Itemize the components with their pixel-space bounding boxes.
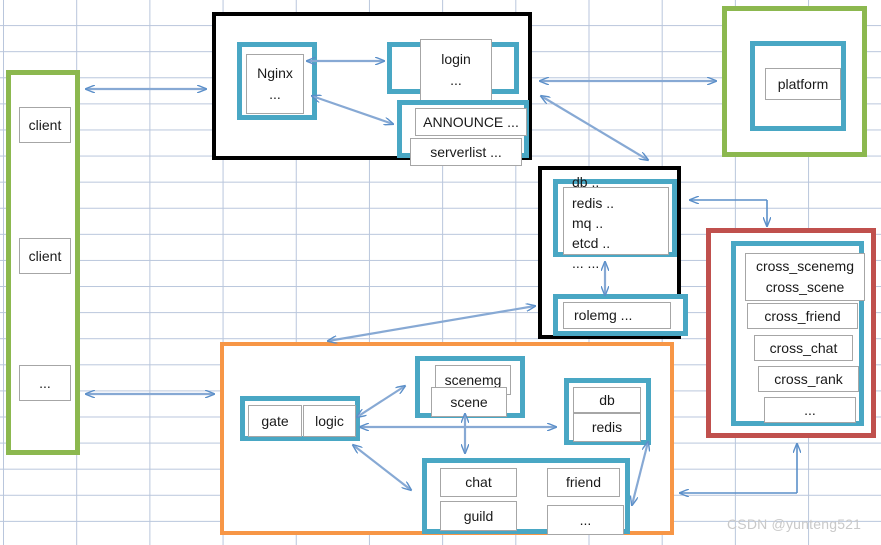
platform-inner-container[interactable]: platform xyxy=(750,41,846,131)
login-box[interactable]: login ... xyxy=(420,39,492,101)
rolemg-label: rolemg ... xyxy=(574,307,633,324)
nginx-ellipsis: ... xyxy=(269,86,281,102)
announce-container[interactable]: ANNOUNCE ... serverlist ... xyxy=(397,100,529,166)
game-server-group[interactable]: gate logic scenemg scene db redis chat f… xyxy=(220,342,674,535)
cross-scene-label: cross_scene xyxy=(765,279,845,295)
cross-more-label: ... xyxy=(804,401,816,418)
datastore-container[interactable]: db .. redis .. mq .. etcd .. ... ... xyxy=(553,174,677,271)
gamedata-redis-box[interactable]: redis xyxy=(573,413,641,442)
arrow-gateway-to-middleware xyxy=(541,96,648,160)
datastore-box[interactable]: db .. redis .. mq .. etcd .. ... ... xyxy=(563,174,669,271)
platform-box[interactable]: platform xyxy=(765,68,841,100)
datastore-mq-label: mq .. xyxy=(572,214,604,231)
platform-label: platform xyxy=(777,75,829,92)
client-group[interactable]: client client ... xyxy=(6,70,80,455)
client-item-2-label: client xyxy=(28,247,62,264)
gamedata-db-box[interactable]: db xyxy=(573,387,641,413)
friend-box[interactable]: friend xyxy=(547,468,620,497)
gate-logic-container[interactable]: gate logic xyxy=(240,396,360,441)
announce-label: ANNOUNCE ... xyxy=(423,113,519,130)
gamedata-redis-label: redis xyxy=(591,419,623,436)
chat-label: chat xyxy=(465,474,492,491)
datastore-row-1: db .. redis .. xyxy=(572,172,620,213)
login-label: login xyxy=(441,51,471,67)
client-item-3-label: ... xyxy=(39,374,51,391)
scene-label: scene xyxy=(450,393,488,410)
datastore-db-label: db .. xyxy=(572,174,600,191)
friend-label: friend xyxy=(565,474,602,491)
gate-box[interactable]: gate xyxy=(248,405,302,437)
client-item-1[interactable]: client xyxy=(19,107,71,143)
cross-rank-box[interactable]: cross_rank xyxy=(758,366,859,392)
middleware-group[interactable]: db .. redis .. mq .. etcd .. ... ... rolem… xyxy=(538,166,688,339)
services-container[interactable]: chat friend guild ... xyxy=(422,458,630,535)
chat-box[interactable]: chat xyxy=(440,468,517,497)
login-gateway-group[interactable]: Nginx ... login ... ANNOUNCE ... serverl… xyxy=(212,12,532,166)
login-ellipsis: ... xyxy=(450,72,462,88)
rolemg-container[interactable]: rolemg ... xyxy=(553,294,688,336)
guild-box[interactable]: guild xyxy=(440,501,517,531)
client-item-3[interactable]: ... xyxy=(19,365,71,401)
services-more-label: ... xyxy=(579,511,592,528)
datastore-row-3: ... ... xyxy=(572,255,600,272)
csdn-watermark: CSDN @yunteng521 xyxy=(727,516,862,532)
serverlist-box[interactable]: serverlist ... xyxy=(410,138,522,166)
gamedata-db-label: db xyxy=(599,391,615,408)
arrow-rolemg-to-gameserver xyxy=(328,306,535,341)
announce-box[interactable]: ANNOUNCE ... xyxy=(415,108,527,136)
cross-friend-box[interactable]: cross_friend xyxy=(747,303,858,329)
platform-group[interactable]: platform xyxy=(722,6,867,157)
cross-friend-label: cross_friend xyxy=(764,307,841,324)
cross-inner-container[interactable]: cross_scenemg cross_scene cross_friend c… xyxy=(731,241,865,426)
nginx-label: Nginx xyxy=(257,65,293,81)
scene-box[interactable]: scene xyxy=(431,387,507,417)
client-item-1-label: client xyxy=(28,116,62,133)
nginx-container[interactable]: Nginx ... xyxy=(237,42,317,120)
services-more-box[interactable]: ... xyxy=(547,505,624,535)
cross-scenemg-label: cross_scenemg xyxy=(755,258,855,274)
nginx-box[interactable]: Nginx ... xyxy=(246,54,304,114)
datastore-redis-label: redis .. xyxy=(572,194,615,211)
serverlist-label: serverlist ... xyxy=(430,143,502,160)
gate-label: gate xyxy=(261,412,289,429)
login-container[interactable]: login ... xyxy=(387,39,519,101)
cross-server-group[interactable]: cross_scenemg cross_scene cross_friend c… xyxy=(706,228,876,438)
logic-label: logic xyxy=(315,412,344,429)
diagram-canvas: client client ... Nginx ... login ... AN… xyxy=(0,0,881,545)
logic-box[interactable]: logic xyxy=(303,405,356,437)
datastore-etcd-label: etcd .. xyxy=(572,235,611,252)
cross-more-box[interactable]: ... xyxy=(764,397,856,423)
client-item-2[interactable]: client xyxy=(19,238,71,274)
cross-chat-label: cross_chat xyxy=(769,339,838,356)
guild-label: guild xyxy=(463,507,494,524)
cross-rank-label: cross_rank xyxy=(774,370,843,387)
gamedata-container[interactable]: db redis xyxy=(564,378,651,445)
datastore-row-2: mq .. etcd .. xyxy=(572,213,620,254)
scene-container[interactable]: scenemg scene xyxy=(415,356,525,418)
cross-chat-box[interactable]: cross_chat xyxy=(754,335,853,361)
cross-scenemg-box[interactable]: cross_scenemg cross_scene xyxy=(745,253,865,301)
rolemg-box[interactable]: rolemg ... xyxy=(563,302,671,329)
